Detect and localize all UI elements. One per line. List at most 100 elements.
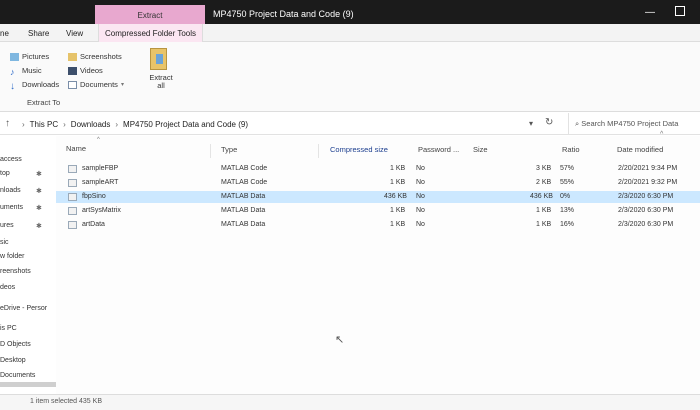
file-ratio: 0%: [560, 193, 571, 200]
status-bar: 1 item selected 435 KB: [0, 394, 700, 410]
minimize-button[interactable]: —: [645, 7, 655, 18]
file-type: MATLAB Code: [221, 165, 268, 172]
file-type: MATLAB Data: [221, 193, 266, 200]
column-header-size[interactable]: Size: [473, 145, 488, 154]
extract-context-tab[interactable]: Extract: [95, 5, 205, 24]
breadcrumb: › This PC › Downloads › MP4750 Project D…: [22, 120, 248, 129]
file-name: fbpSino: [82, 193, 106, 200]
nav-item-downloads[interactable]: nloads: [0, 187, 21, 194]
search-icon: ⌕: [575, 119, 580, 128]
sort-up-icon: ^: [97, 137, 100, 143]
table-row-selected[interactable]: fbpSino MATLAB Data 436 KB No 436 KB 0% …: [56, 191, 700, 203]
file-compressed-size: 436 KB: [384, 193, 407, 200]
column-header-ratio[interactable]: Ratio: [562, 145, 580, 154]
file-icon: [68, 165, 77, 173]
file-date-modified: 2/3/2020 6:30 PM: [618, 221, 674, 228]
table-row[interactable]: artData MATLAB Data 1 KB No 1 KB 16% 2/3…: [56, 219, 700, 231]
file-name: artData: [82, 221, 105, 228]
nav-item-documents[interactable]: uments: [0, 204, 23, 211]
extract-to-downloads[interactable]: ↓ Downloads: [10, 80, 59, 92]
maximize-button[interactable]: [675, 6, 685, 16]
extract-to-pictures[interactable]: Pictures: [10, 52, 49, 61]
column-header-date-modified[interactable]: Date modified: [617, 145, 663, 154]
column-divider[interactable]: [318, 144, 319, 158]
folder-icon: [68, 52, 77, 61]
breadcrumb-this-pc[interactable]: This PC: [30, 120, 58, 129]
column-header-type[interactable]: Type: [221, 145, 237, 154]
table-row[interactable]: artSysMatrix MATLAB Data 1 KB No 1 KB 13…: [56, 205, 700, 217]
nav-item-screenshots[interactable]: reenshots: [0, 268, 31, 275]
extract-to-screenshots[interactable]: Screenshots: [68, 52, 122, 61]
ribbon-group-label: Extract To: [27, 98, 61, 107]
breadcrumb-current-folder[interactable]: MP4750 Project Data and Code (9): [123, 120, 248, 129]
nav-item-videos[interactable]: deos: [0, 284, 15, 291]
column-header-password[interactable]: Password ...: [418, 145, 459, 154]
file-name: artSysMatrix: [82, 207, 121, 214]
file-password: No: [416, 221, 425, 228]
file-ratio: 55%: [560, 179, 575, 186]
file-type: MATLAB Data: [221, 207, 266, 214]
file-password: No: [416, 179, 425, 186]
file-icon: [68, 221, 77, 229]
file-compressed-size: 1 KB: [390, 165, 406, 172]
nav-item-music[interactable]: sic: [0, 239, 9, 246]
music-icon: ♪: [10, 66, 15, 77]
title-bar: Extract MP4750 Project Data and Code (9)…: [0, 0, 700, 24]
column-header-compressed-size[interactable]: Compressed size: [330, 145, 388, 154]
navigation-pane: access top ✱ nloads ✱ uments ✱ ures ✱ si…: [0, 136, 56, 394]
file-ratio: 57%: [560, 165, 575, 172]
pictures-icon: [10, 52, 19, 61]
file-compressed-size: 1 KB: [390, 179, 406, 186]
nav-item-documents-pc[interactable]: Documents: [0, 372, 35, 379]
downloads-icon: ↓: [10, 80, 15, 92]
ribbon-tab-strip: ne Share View Compressed Folder Tools: [0, 24, 700, 42]
nav-item-quick-access[interactable]: access: [0, 156, 22, 163]
search-box[interactable]: ⌕ Search MP4750 Project Data: [568, 113, 700, 135]
tab-home-partial[interactable]: ne: [0, 29, 9, 38]
chevron-right-icon: ›: [115, 120, 119, 129]
window-title: MP4750 Project Data and Code (9): [213, 9, 354, 19]
nav-item-pictures[interactable]: ures: [0, 222, 14, 229]
extract-to-music[interactable]: ♪ Music: [10, 66, 42, 77]
tab-compressed-folder-tools[interactable]: Compressed Folder Tools: [98, 24, 204, 42]
extract-to-documents[interactable]: Documents ▾: [68, 80, 124, 89]
search-placeholder: Search MP4750 Project Data: [581, 119, 679, 128]
documents-icon: [68, 80, 77, 89]
column-divider[interactable]: [210, 144, 211, 158]
file-type: MATLAB Data: [221, 221, 266, 228]
nav-item-new-folder[interactable]: w folder: [0, 253, 25, 260]
nav-item-desktop-pc[interactable]: Desktop: [0, 357, 26, 364]
nav-item-3d-objects[interactable]: D Objects: [0, 341, 31, 348]
chevron-down-icon[interactable]: ▾: [121, 81, 124, 88]
chevron-right-icon: ›: [22, 120, 25, 129]
table-row[interactable]: sampleFBP MATLAB Code 1 KB No 3 KB 57% 2…: [56, 163, 700, 175]
file-name: sampleART: [82, 179, 119, 186]
column-header-name[interactable]: Name: [66, 144, 86, 153]
up-arrow-icon[interactable]: ↑: [5, 118, 10, 129]
nav-item-desktop[interactable]: top: [0, 170, 10, 177]
chevron-right-icon: ›: [63, 120, 66, 129]
pin-icon: ✱: [36, 205, 42, 212]
file-compressed-size: 1 KB: [390, 221, 406, 228]
address-dropdown-icon[interactable]: ▾: [529, 119, 533, 128]
nav-item-this-pc[interactable]: is PC: [0, 325, 17, 332]
horizontal-scrollbar[interactable]: [0, 382, 56, 387]
extract-all-icon[interactable]: [150, 48, 167, 70]
extract-to-label: Documents: [80, 80, 118, 89]
extract-all-button[interactable]: Extract all: [147, 74, 175, 90]
file-password: No: [416, 207, 425, 214]
tab-view[interactable]: View: [66, 29, 83, 38]
chevron-up-icon[interactable]: ^: [660, 131, 663, 138]
extract-to-videos[interactable]: Videos: [68, 66, 103, 75]
tab-share[interactable]: Share: [28, 29, 49, 38]
refresh-icon[interactable]: ↻: [545, 117, 553, 128]
nav-item-onedrive[interactable]: eDrive - Persor: [0, 305, 47, 312]
file-icon: [68, 193, 77, 201]
file-size: 1 KB: [536, 221, 552, 228]
breadcrumb-downloads[interactable]: Downloads: [71, 120, 111, 129]
mouse-cursor-icon: ↖: [335, 334, 345, 346]
file-type: MATLAB Code: [221, 179, 268, 186]
table-row[interactable]: sampleART MATLAB Code 1 KB No 2 KB 55% 2…: [56, 177, 700, 189]
file-icon: [68, 179, 77, 187]
pin-icon: ✱: [36, 171, 42, 178]
